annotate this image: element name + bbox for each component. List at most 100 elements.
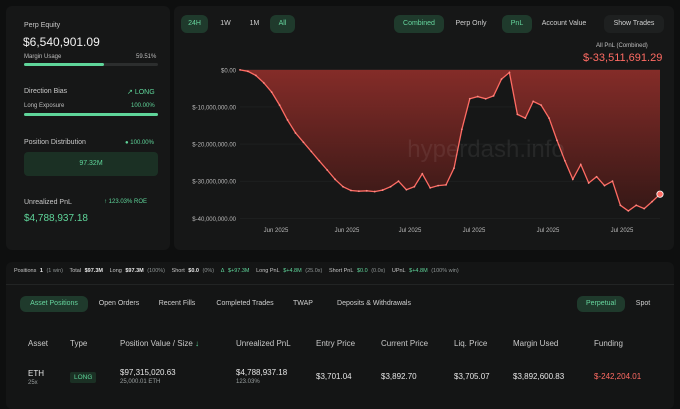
pnl-point — [532, 100, 535, 103]
header-asset[interactable]: Asset — [28, 339, 48, 348]
pnl-point — [397, 180, 400, 183]
long-pnl-value: $+4.8M — [283, 268, 302, 274]
metric-account-value-button[interactable]: Account Value — [535, 15, 593, 33]
watermark: hyperdash.info — [407, 136, 564, 163]
pnl-point — [413, 185, 416, 188]
pnl-point — [445, 183, 447, 186]
x-tick-label: Jul 2025 — [399, 228, 422, 234]
tab-twap[interactable]: TWAP — [288, 296, 318, 312]
margin-usage-label: Margin Usage — [24, 54, 62, 60]
direction-bias-value: LONG — [134, 89, 155, 96]
range-1m-button[interactable]: 1M — [241, 15, 268, 33]
trend-up-icon: ↗ — [127, 89, 133, 96]
pnl-point — [484, 97, 487, 100]
tab-open-orders[interactable]: Open Orders — [94, 296, 144, 312]
pnl-point — [262, 81, 265, 84]
range-all-button[interactable]: All — [270, 15, 295, 33]
short-note: (0%) — [202, 268, 215, 274]
market-perpetual-button[interactable]: Perpetual — [577, 296, 625, 312]
pnl-point — [453, 167, 455, 170]
long-note: (100%) — [147, 268, 165, 274]
long-exposure-bar — [24, 113, 158, 116]
range-1w-button[interactable]: 1W — [212, 15, 239, 33]
pnl-point — [350, 189, 352, 192]
total-value: $97.3M — [84, 268, 103, 274]
pnl-point — [468, 97, 471, 100]
funding: $-242,204.01 — [594, 372, 642, 381]
header-margin-used[interactable]: Margin Used — [513, 339, 558, 348]
pnl-point — [310, 150, 313, 153]
pnl-point — [460, 128, 463, 131]
margin-usage-value: 59.51% — [136, 54, 157, 60]
pnl-point — [286, 119, 289, 121]
tab-asset-positions[interactable]: Asset Positions — [20, 296, 88, 312]
pnl-point — [318, 159, 321, 162]
header-type[interactable]: Type — [70, 339, 87, 348]
pnl-point — [571, 178, 574, 181]
pnl-point — [429, 186, 432, 189]
long-exposure-label: Long Exposure — [24, 103, 65, 109]
header-liq-price[interactable]: Liq. Price — [454, 339, 487, 348]
long-exposure-fill — [24, 113, 158, 116]
pnl-point — [270, 91, 273, 94]
metric-pnl-button[interactable]: PnL — [502, 15, 532, 33]
pnl-point — [595, 175, 598, 178]
asset-leverage: 25x — [28, 380, 38, 386]
pnl-end-marker[interactable] — [656, 190, 664, 198]
pnl-point — [437, 184, 440, 187]
mode-perp-only-button[interactable]: Perp Only — [447, 15, 495, 33]
perp-equity-label: Perp Equity — [24, 22, 61, 29]
header-unrealized-pnl[interactable]: Unrealized PnL — [236, 339, 291, 348]
upnl-note: (100% win) — [431, 268, 459, 274]
entry-price: $3,701.04 — [316, 372, 352, 381]
tab-completed-trades[interactable]: Completed Trades — [210, 296, 280, 312]
delta-value: $+97.3M — [227, 268, 250, 274]
perp-equity-value: $6,540,901.09 — [23, 35, 100, 49]
positions-note: (1 win) — [46, 268, 63, 274]
position-value: $97,315,020.63 — [120, 368, 176, 377]
tab-deposits-withdrawals[interactable]: Deposits & Withdrawals — [328, 296, 420, 312]
pnl-point — [476, 95, 479, 98]
range-24h-button[interactable]: 24H — [181, 15, 208, 33]
y-tick-label: $-10,000,000.00 — [192, 105, 236, 111]
pnl-point — [579, 163, 582, 166]
header-funding[interactable]: Funding — [594, 339, 623, 348]
header-entry-price[interactable]: Entry Price — [316, 339, 355, 348]
upnl-label: UPnL — [391, 268, 406, 274]
unrealized-pnl-value: $4,788,937.18 — [24, 213, 88, 224]
chart-header-label: All PnL (Combined) — [596, 43, 648, 49]
pnl-point — [342, 185, 344, 188]
pnl-point — [357, 190, 360, 193]
pnl-point — [587, 182, 590, 184]
header-current-price[interactable]: Current Price — [381, 339, 428, 348]
pnl-point — [373, 190, 376, 193]
upnl-value: $+4.8M — [409, 268, 428, 274]
pnl-point — [611, 180, 614, 183]
total-label: Total — [69, 268, 82, 274]
pnl-point — [421, 172, 424, 175]
x-tick-label: Jul 2025 — [463, 228, 486, 234]
long-exposure-value: 100.00% — [131, 103, 155, 109]
market-spot-button[interactable]: Spot — [629, 296, 657, 312]
show-trades-button[interactable]: Show Trades — [604, 15, 664, 33]
pnl-point — [294, 132, 297, 134]
pnl-point — [635, 204, 638, 207]
position-distribution-label: Position Distribution — [24, 139, 86, 146]
margin-usage-fill — [24, 63, 104, 66]
mode-combined-button[interactable]: Combined — [394, 15, 444, 33]
y-tick-label: $-40,000,000.00 — [192, 217, 236, 223]
pnl-point — [326, 169, 329, 171]
pnl-point — [381, 189, 384, 191]
x-tick-label: Jun 2025 — [264, 228, 289, 234]
stats-divider — [6, 284, 674, 285]
positions-label: Positions — [14, 268, 37, 274]
pnl-point — [516, 113, 519, 116]
tab-recent-fills[interactable]: Recent Fills — [152, 296, 202, 312]
pnl-point — [492, 94, 495, 97]
y-tick-label: $-20,000,000.00 — [192, 143, 236, 149]
long-value: $97.3M — [125, 268, 144, 274]
x-axis-ticks: Jun 2025 Jun 2025 Jul 2025 Jul 2025 Jul 2025… — [264, 228, 634, 234]
header-position-value[interactable]: Position Value / Size ↓ — [120, 339, 199, 348]
pnl-point — [548, 117, 550, 119]
current-price: $3,892.70 — [381, 372, 417, 381]
